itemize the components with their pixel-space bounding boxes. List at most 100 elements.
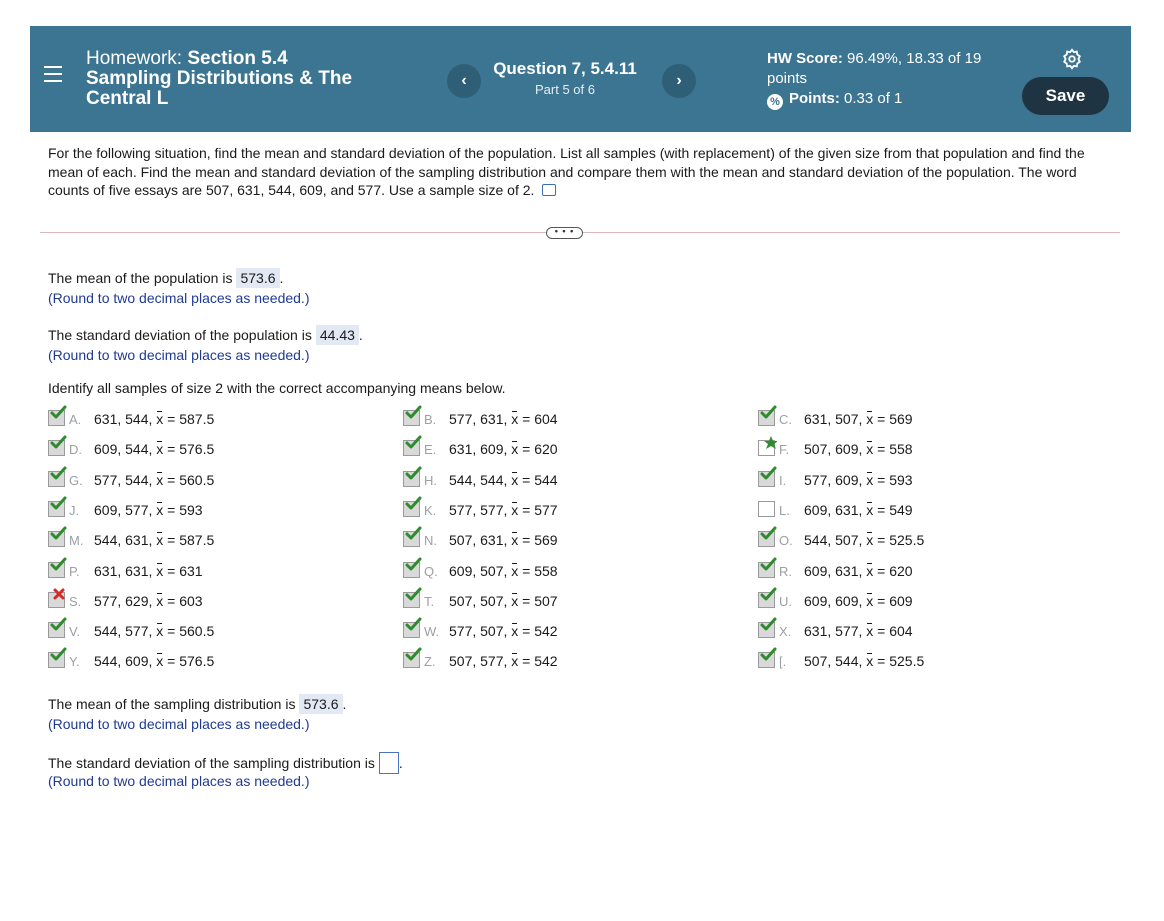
choice-checkbox[interactable] — [403, 617, 422, 638]
xbar-symbol: x — [156, 653, 164, 669]
choice-i[interactable]: I. 577, 609, x = 593 — [758, 466, 913, 491]
choice-o[interactable]: O. 544, 507, x = 525.5 — [758, 526, 924, 551]
choice-checkbox[interactable] — [403, 435, 422, 456]
choice-n[interactable]: N. 507, 631, x = 569 — [403, 526, 558, 551]
xbar-symbol: x — [866, 623, 874, 639]
choice-mean: = 525.5 — [877, 653, 925, 669]
choice-checkbox[interactable] — [403, 405, 422, 426]
choice-mean: = 569 — [522, 532, 558, 548]
choice-letter: C. — [779, 412, 792, 427]
choice-t[interactable]: T. 507, 507, x = 507 — [403, 587, 558, 612]
choice-letter: W. — [424, 624, 440, 639]
choice-checkbox[interactable] — [48, 435, 67, 456]
choice-checkbox[interactable] — [758, 405, 777, 426]
choice-x[interactable]: X. 631, 577, x = 604 — [758, 617, 913, 642]
choice-checkbox[interactable] — [758, 617, 777, 638]
save-button[interactable]: Save — [1022, 77, 1109, 115]
choice-mean: = 549 — [877, 502, 913, 518]
choice-q[interactable]: Q. 609, 507, x = 558 — [403, 557, 558, 582]
choice-expression: 609, 631, x = 620 — [804, 562, 913, 580]
choice-expression: 507, 577, x = 542 — [449, 652, 558, 670]
choice-mean: = 620 — [522, 441, 558, 457]
choice-expression: 577, 507, x = 542 — [449, 622, 558, 640]
xbar-symbol: x — [156, 623, 164, 639]
choice-values: 609, 577, — [94, 502, 153, 518]
choice-checkbox[interactable] — [48, 647, 67, 668]
choice-letter: Y. — [69, 654, 80, 669]
choice-checkbox[interactable] — [48, 405, 67, 426]
xbar-symbol: x — [866, 411, 874, 427]
choice-checkbox[interactable] — [758, 587, 777, 608]
population-mean-hint: (Round to two decimal places as needed.) — [48, 290, 310, 306]
copy-icon[interactable] — [542, 184, 557, 196]
choice-checkbox[interactable] — [758, 526, 777, 547]
choice-g[interactable]: G. 577, 544, x = 560.5 — [48, 466, 214, 491]
sampling-sd-input[interactable] — [378, 752, 399, 774]
choice-w[interactable]: W. 577, 507, x = 542 — [403, 617, 558, 642]
choice-[[interactable]: [. 507, 544, x = 525.5 — [758, 647, 925, 672]
choice-mean: = 587.5 — [167, 532, 215, 548]
choice-e[interactable]: E. 631, 609, x = 620 — [403, 435, 558, 460]
choice-checkbox[interactable] — [403, 466, 422, 487]
choice-v[interactable]: V. 544, 577, x = 560.5 — [48, 617, 214, 642]
choice-mean: = 560.5 — [167, 472, 215, 488]
sampling-mean-answer[interactable]: 573.6 — [299, 694, 343, 714]
choice-expression: 544, 577, x = 560.5 — [94, 622, 214, 640]
choice-values: 544, 631, — [94, 532, 153, 548]
choice-a[interactable]: A. 631, 544, x = 587.5 — [48, 405, 215, 430]
choice-checkbox[interactable] — [48, 496, 67, 517]
choice-k[interactable]: K. 577, 577, x = 577 — [403, 496, 558, 521]
choice-h[interactable]: H. 544, 544, x = 544 — [403, 466, 558, 491]
choice-checkbox[interactable] — [48, 588, 65, 608]
choice-m[interactable]: M. 544, 631, x = 587.5 — [48, 526, 215, 551]
choice-values: 609, 631, — [804, 502, 863, 518]
homework-subtitle: Sampling Distributions & The Central L — [86, 68, 353, 109]
choice-checkbox[interactable] — [758, 557, 777, 578]
population-mean-answer[interactable]: 573.6 — [236, 268, 280, 288]
choice-checkbox[interactable] — [403, 557, 422, 578]
choice-y[interactable]: Y. 544, 609, x = 576.5 — [48, 647, 214, 672]
choice-f[interactable]: F. 507, 609, x = 558 — [758, 436, 913, 460]
next-question-button[interactable]: › — [662, 64, 696, 98]
population-sd-line: The standard deviation of the population… — [48, 325, 363, 345]
choice-checkbox[interactable] — [403, 647, 422, 668]
choice-d[interactable]: D. 609, 544, x = 576.5 — [48, 435, 214, 460]
previous-question-button[interactable]: ‹ — [447, 64, 481, 98]
choice-l[interactable]: L. 609, 631, x = 549 — [758, 501, 913, 521]
choice-checkbox[interactable] — [758, 436, 777, 456]
choice-mean: = 604 — [877, 623, 913, 639]
sampling-sd-label: The standard deviation of the sampling d… — [48, 755, 375, 771]
choice-checkbox[interactable] — [403, 526, 422, 547]
choice-checkbox[interactable] — [403, 587, 422, 608]
choice-letter: V. — [69, 624, 81, 639]
choice-expression: 577, 544, x = 560.5 — [94, 471, 214, 489]
choice-checkbox[interactable] — [48, 557, 67, 578]
choice-values: 577, 544, — [94, 472, 153, 488]
population-sd-answer[interactable]: 44.43 — [315, 325, 359, 345]
choice-checkbox[interactable] — [758, 647, 777, 668]
choice-checkbox[interactable] — [403, 496, 422, 517]
choice-c[interactable]: C. 631, 507, x = 569 — [758, 405, 913, 430]
choice-checkbox[interactable] — [48, 466, 67, 487]
choice-checkbox[interactable] — [758, 466, 777, 487]
choice-z[interactable]: Z. 507, 577, x = 542 — [403, 647, 558, 672]
xbar-symbol: x — [156, 441, 164, 457]
choice-checkbox[interactable] — [48, 617, 67, 638]
choice-checkbox[interactable] — [48, 526, 67, 547]
hamburger-menu-icon[interactable] — [44, 66, 62, 82]
choice-mean: = 587.5 — [167, 411, 215, 427]
choice-mean: = 609 — [877, 593, 913, 609]
choice-p[interactable]: P. 631, 631, x = 631 — [48, 557, 203, 582]
xbar-symbol: x — [866, 441, 874, 457]
xbar-symbol: x — [511, 441, 519, 457]
choice-values: 631, 577, — [804, 623, 863, 639]
more-button[interactable]: • • • — [546, 227, 583, 239]
gear-icon[interactable] — [1061, 48, 1083, 70]
choice-u[interactable]: U. 609, 609, x = 609 — [758, 587, 913, 612]
choice-j[interactable]: J. 609, 577, x = 593 — [48, 496, 203, 521]
choice-s[interactable]: S. 577, 629, x = 603 — [48, 588, 203, 612]
choice-r[interactable]: R. 609, 631, x = 620 — [758, 557, 913, 582]
choice-b[interactable]: B. 577, 631, x = 604 — [403, 405, 558, 430]
choice-checkbox[interactable] — [758, 501, 775, 517]
xbar-symbol: x — [511, 502, 519, 518]
